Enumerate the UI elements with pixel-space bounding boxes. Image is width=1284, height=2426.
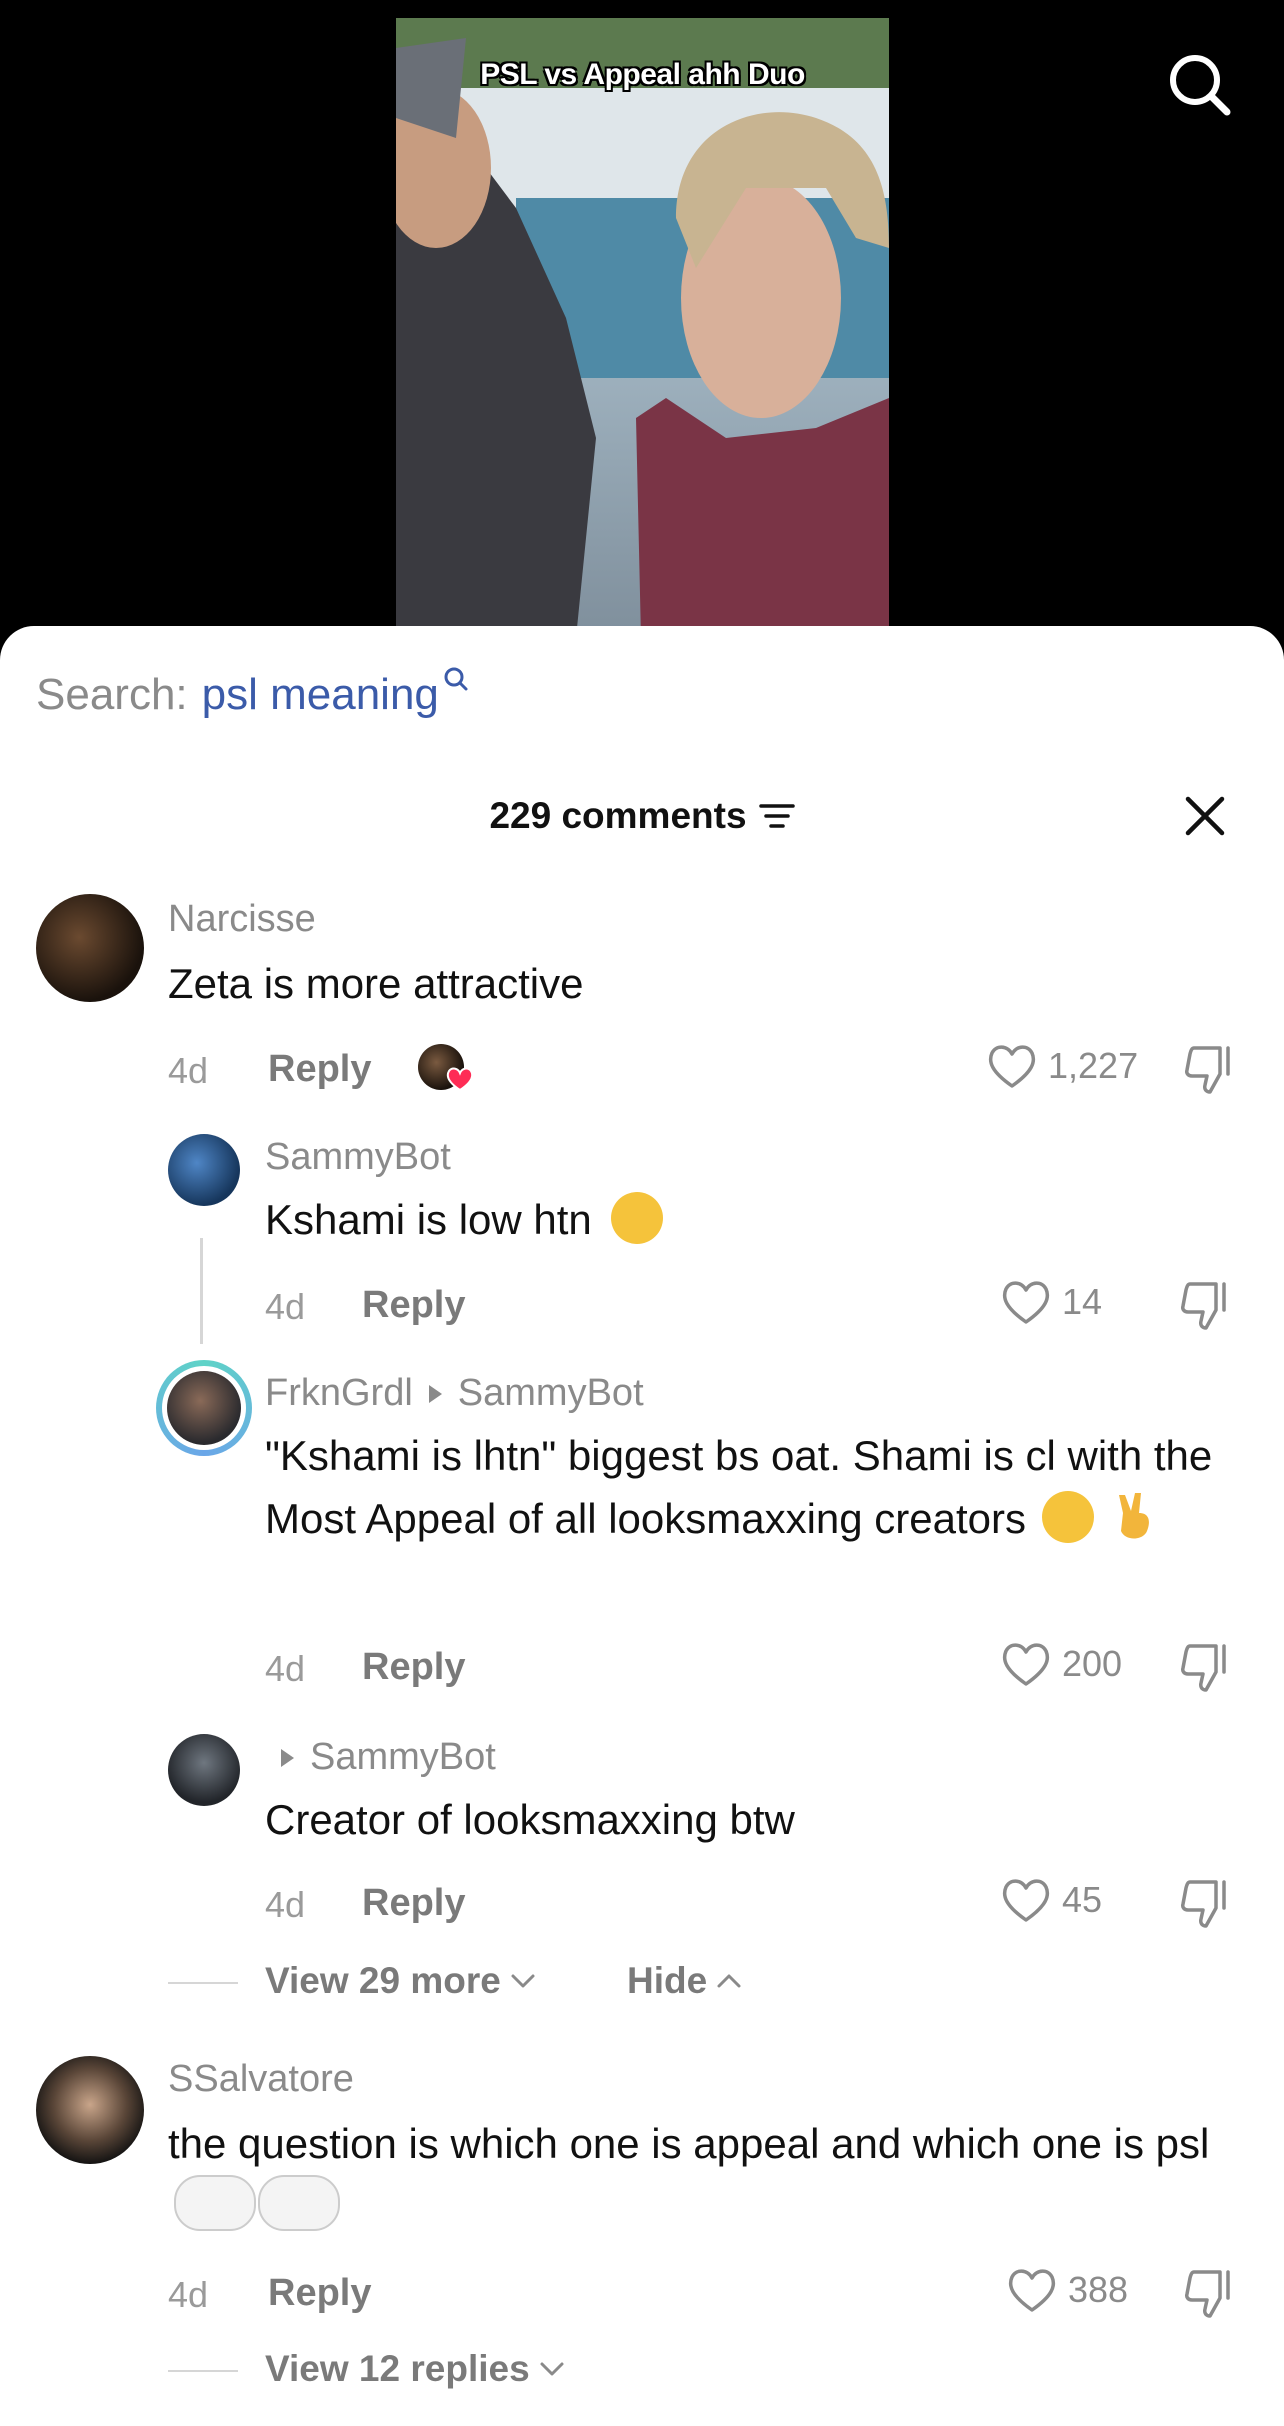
comment-text: Kshami is low htn xyxy=(265,1188,1225,1251)
dislike-icon[interactable] xyxy=(1180,1280,1234,1332)
heart-outline-icon xyxy=(1002,1643,1050,1686)
like-count: 1,227 xyxy=(1048,1045,1139,1086)
flushed-emoji-icon xyxy=(1041,1491,1094,1543)
creator-liked-badge xyxy=(418,1044,474,1094)
chevron-down-icon xyxy=(511,1974,535,1988)
comment-text: "Kshami is lhtn" biggest bs oat. Shami i… xyxy=(265,1424,1225,1550)
eyes-emoji-icon xyxy=(174,2175,256,2231)
avatar xyxy=(167,1371,241,1445)
comment-username-row: FrknGrdl SammyBot xyxy=(265,1372,644,1415)
chevron-down-icon xyxy=(540,2362,564,2376)
heart-icon xyxy=(446,1067,474,1092)
avatar[interactable] xyxy=(168,1134,240,1206)
comment-username-row: SammyBot xyxy=(265,1736,496,1779)
heart-outline-icon xyxy=(1002,1281,1050,1324)
comment-username[interactable]: SSalvatore xyxy=(168,2058,354,2101)
avatar[interactable] xyxy=(36,2056,144,2164)
avatar[interactable] xyxy=(168,1734,240,1806)
like-count: 45 xyxy=(1062,1879,1103,1920)
dislike-icon[interactable] xyxy=(1180,1642,1234,1694)
reply-to-username[interactable]: SammyBot xyxy=(310,1736,496,1779)
video-player[interactable]: PSL vs Appeal ahh Duo xyxy=(0,0,1284,640)
comment-username[interactable]: SammyBot xyxy=(265,1136,451,1179)
reply-button[interactable]: Reply xyxy=(362,1882,465,1925)
reply-to-username[interactable]: SammyBot xyxy=(458,1372,644,1415)
view-more-replies-button[interactable]: View 29 more xyxy=(265,1960,537,2002)
comment-text-content: Kshami is low htn xyxy=(265,1196,592,1243)
laughing-emoji-icon xyxy=(611,1192,664,1244)
comments-sheet: Search: psl meaning 229 comments Narciss… xyxy=(0,626,1284,2426)
dislike-icon[interactable] xyxy=(1180,1878,1234,1930)
comment-text: Creator of looksmaxxing btw xyxy=(265,1796,795,1843)
comment-text: Zeta is more attractive xyxy=(168,960,584,1007)
reply-button[interactable]: Reply xyxy=(268,2272,371,2315)
heart-outline-icon xyxy=(1002,1879,1050,1922)
search-icon xyxy=(1170,55,1231,116)
reply-button[interactable]: Reply xyxy=(362,1646,465,1689)
view-replies-button[interactable]: View 12 replies xyxy=(265,2348,566,2390)
like-count: 388 xyxy=(1068,2269,1129,2310)
close-icon[interactable] xyxy=(1180,791,1230,841)
divider xyxy=(168,2370,238,2372)
like-button[interactable]: 45 xyxy=(1000,1876,1102,1924)
comment-username[interactable]: Narcisse xyxy=(168,898,316,941)
victory-hand-emoji-icon xyxy=(1109,1491,1161,1543)
reply-arrow-icon xyxy=(281,1748,294,1767)
like-count: 14 xyxy=(1062,1281,1103,1322)
eyes-emoji-icon xyxy=(258,2175,340,2231)
like-button[interactable]: 388 xyxy=(1006,2266,1128,2314)
dislike-icon[interactable] xyxy=(1184,2268,1238,2320)
comment-text: the question is which one is appeal and … xyxy=(168,2112,1248,2238)
comments-header: 229 comments xyxy=(0,786,1284,846)
comment-age: 4d xyxy=(265,1286,306,1327)
chevron-up-icon xyxy=(717,1974,741,1988)
top-search-button[interactable] xyxy=(1160,45,1240,125)
comment-age: 4d xyxy=(265,1648,306,1689)
hide-label: Hide xyxy=(627,1960,708,2001)
like-button[interactable]: 14 xyxy=(1000,1278,1102,1326)
video-caption: PSL vs Appeal ahh Duo xyxy=(480,58,805,91)
search-icon xyxy=(444,667,468,691)
avatar[interactable] xyxy=(36,894,144,1002)
view-replies-label: View 12 replies xyxy=(265,2348,530,2389)
video-frame[interactable]: PSL vs Appeal ahh Duo xyxy=(396,18,889,638)
reply-arrow-icon xyxy=(428,1384,442,1403)
divider xyxy=(168,1982,238,1984)
search-suggestion-prefix: Search: xyxy=(36,670,188,719)
like-count: 200 xyxy=(1062,1643,1123,1684)
comment-text-content: the question is which one is appeal and … xyxy=(168,2120,1210,2167)
like-button[interactable]: 200 xyxy=(1000,1640,1122,1688)
comment-username[interactable]: FrknGrdl xyxy=(265,1372,413,1415)
heart-outline-icon xyxy=(1008,2269,1056,2312)
search-suggestion-term[interactable]: psl meaning xyxy=(202,670,439,720)
like-button[interactable]: 1,227 xyxy=(986,1042,1138,1090)
heart-outline-icon xyxy=(988,1045,1036,1088)
search-suggestion[interactable]: Search: psl meaning xyxy=(36,667,469,720)
comment-count: 229 comments xyxy=(489,795,747,836)
reply-button[interactable]: Reply xyxy=(362,1284,465,1327)
story-ring[interactable] xyxy=(156,1360,252,1456)
hide-replies-button[interactable]: Hide xyxy=(627,1960,743,2002)
reply-button[interactable]: Reply xyxy=(268,1048,371,1091)
view-more-label: View 29 more xyxy=(265,1960,501,2001)
comment-age: 4d xyxy=(168,2274,209,2315)
comment-age: 4d xyxy=(265,1884,306,1925)
dislike-icon[interactable] xyxy=(1184,1044,1238,1096)
video-thumbnail xyxy=(396,18,889,638)
thread-line xyxy=(200,1238,203,1344)
sort-filter-icon[interactable] xyxy=(758,801,795,831)
comment-age: 4d xyxy=(168,1050,209,1091)
